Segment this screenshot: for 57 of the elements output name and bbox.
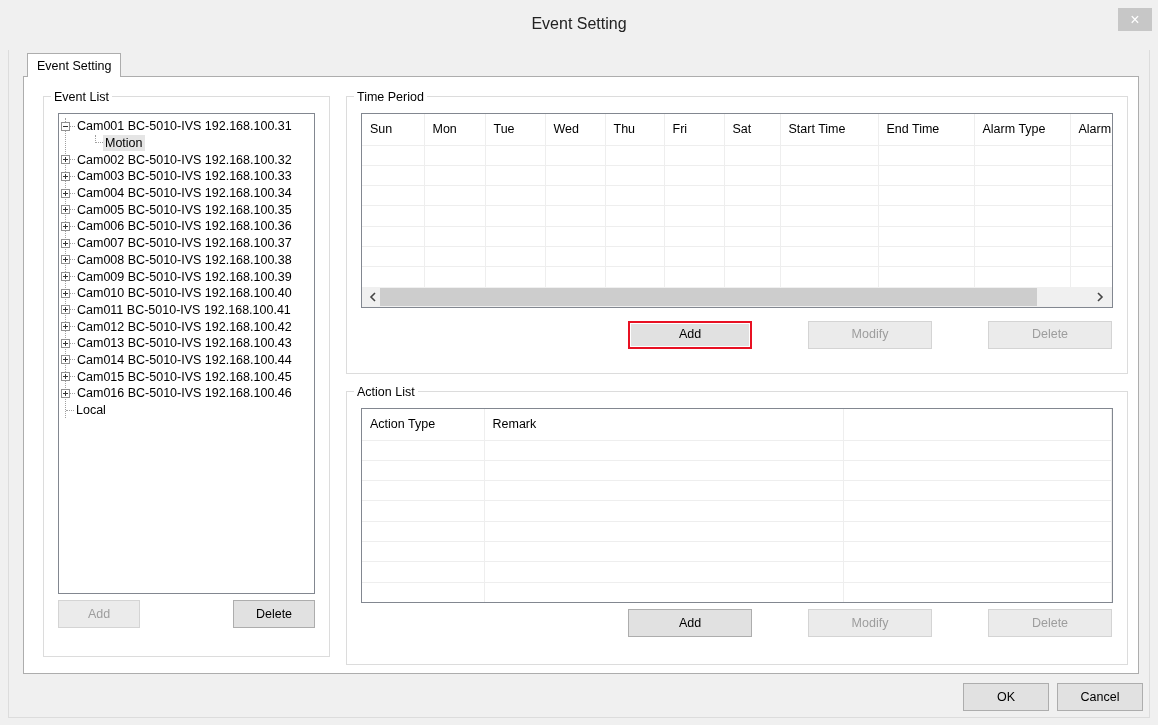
- expand-icon[interactable]: [61, 188, 70, 198]
- expand-icon[interactable]: [61, 288, 70, 298]
- expand-icon[interactable]: [61, 372, 70, 382]
- button[interactable]: Add: [628, 320, 752, 349]
- tree-item[interactable]: Local: [74, 402, 108, 419]
- expand-icon[interactable]: [61, 305, 70, 315]
- tree-item[interactable]: Cam003 BC-5010-IVS 192.168.100.33: [75, 168, 294, 185]
- expand-icon[interactable]: [61, 338, 70, 348]
- tree-item[interactable]: Cam010 BC-5010-IVS 192.168.100.40: [75, 285, 294, 302]
- tree-item[interactable]: Motion: [103, 135, 145, 152]
- button[interactable]: OK: [963, 683, 1049, 711]
- column-header: Sat: [724, 114, 780, 145]
- tree-item[interactable]: Cam015 BC-5010-IVS 192.168.100.45: [75, 368, 294, 385]
- expand-icon[interactable]: [61, 322, 70, 332]
- tree-item[interactable]: Cam007 BC-5010-IVS 192.168.100.37: [75, 235, 294, 252]
- tree-item[interactable]: Cam002 BC-5010-IVS 192.168.100.32: [75, 151, 294, 168]
- tree-item[interactable]: Cam004 BC-5010-IVS 192.168.100.34: [75, 185, 294, 202]
- tree-item[interactable]: Cam006 BC-5010-IVS 192.168.100.36: [75, 218, 294, 235]
- scroll-right-icon[interactable]: [1097, 292, 1104, 302]
- scroll-left-icon[interactable]: [369, 292, 376, 302]
- column-header: Alarm: [1070, 114, 1112, 145]
- scrollbar-thumb[interactable]: [380, 288, 1037, 306]
- button[interactable]: Delete: [233, 600, 315, 629]
- window-title: Event Setting: [531, 14, 627, 34]
- expand-icon[interactable]: [61, 355, 70, 365]
- column-header: Start Time: [780, 114, 878, 145]
- column-header: Remark: [484, 409, 843, 440]
- expand-icon[interactable]: [61, 205, 70, 215]
- tree-item[interactable]: Cam011 BC-5010-IVS 192.168.100.41: [75, 301, 293, 318]
- button[interactable]: Cancel: [1057, 683, 1143, 711]
- column-header: Alarm Type: [974, 114, 1070, 145]
- tree-item[interactable]: Cam016 BC-5010-IVS 192.168.100.46: [75, 385, 294, 402]
- tree-item[interactable]: Cam012 BC-5010-IVS 192.168.100.42: [75, 318, 294, 335]
- column-header: Tue: [485, 114, 545, 145]
- expand-icon[interactable]: [61, 155, 70, 165]
- tree-item[interactable]: Cam014 BC-5010-IVS 192.168.100.44: [75, 351, 294, 368]
- expand-icon[interactable]: [61, 255, 70, 265]
- column-header: Mon: [424, 114, 485, 145]
- button[interactable]: Add: [628, 609, 752, 637]
- column-header: Thu: [605, 114, 664, 145]
- column-header: Sun: [362, 114, 424, 145]
- column-header: Action Type: [362, 409, 484, 440]
- column-header: Fri: [664, 114, 724, 145]
- expand-icon[interactable]: [61, 272, 70, 282]
- tree-item[interactable]: Cam009 BC-5010-IVS 192.168.100.39: [75, 268, 294, 285]
- expand-icon[interactable]: [61, 171, 70, 181]
- collapse-icon[interactable]: [61, 121, 70, 131]
- tree-item[interactable]: Cam008 BC-5010-IVS 192.168.100.38: [75, 251, 294, 268]
- tree-item[interactable]: Cam001 BC-5010-IVS 192.168.100.31: [75, 118, 294, 135]
- tree-item[interactable]: Cam005 BC-5010-IVS 192.168.100.35: [75, 201, 294, 218]
- column-header: End Time: [878, 114, 974, 145]
- tree-item[interactable]: Cam013 BC-5010-IVS 192.168.100.43: [75, 335, 294, 352]
- expand-icon[interactable]: [61, 221, 70, 231]
- tab[interactable]: Event Setting: [27, 53, 122, 77]
- expand-icon[interactable]: [61, 238, 70, 248]
- expand-icon[interactable]: [61, 388, 70, 398]
- column-header: Wed: [545, 114, 605, 145]
